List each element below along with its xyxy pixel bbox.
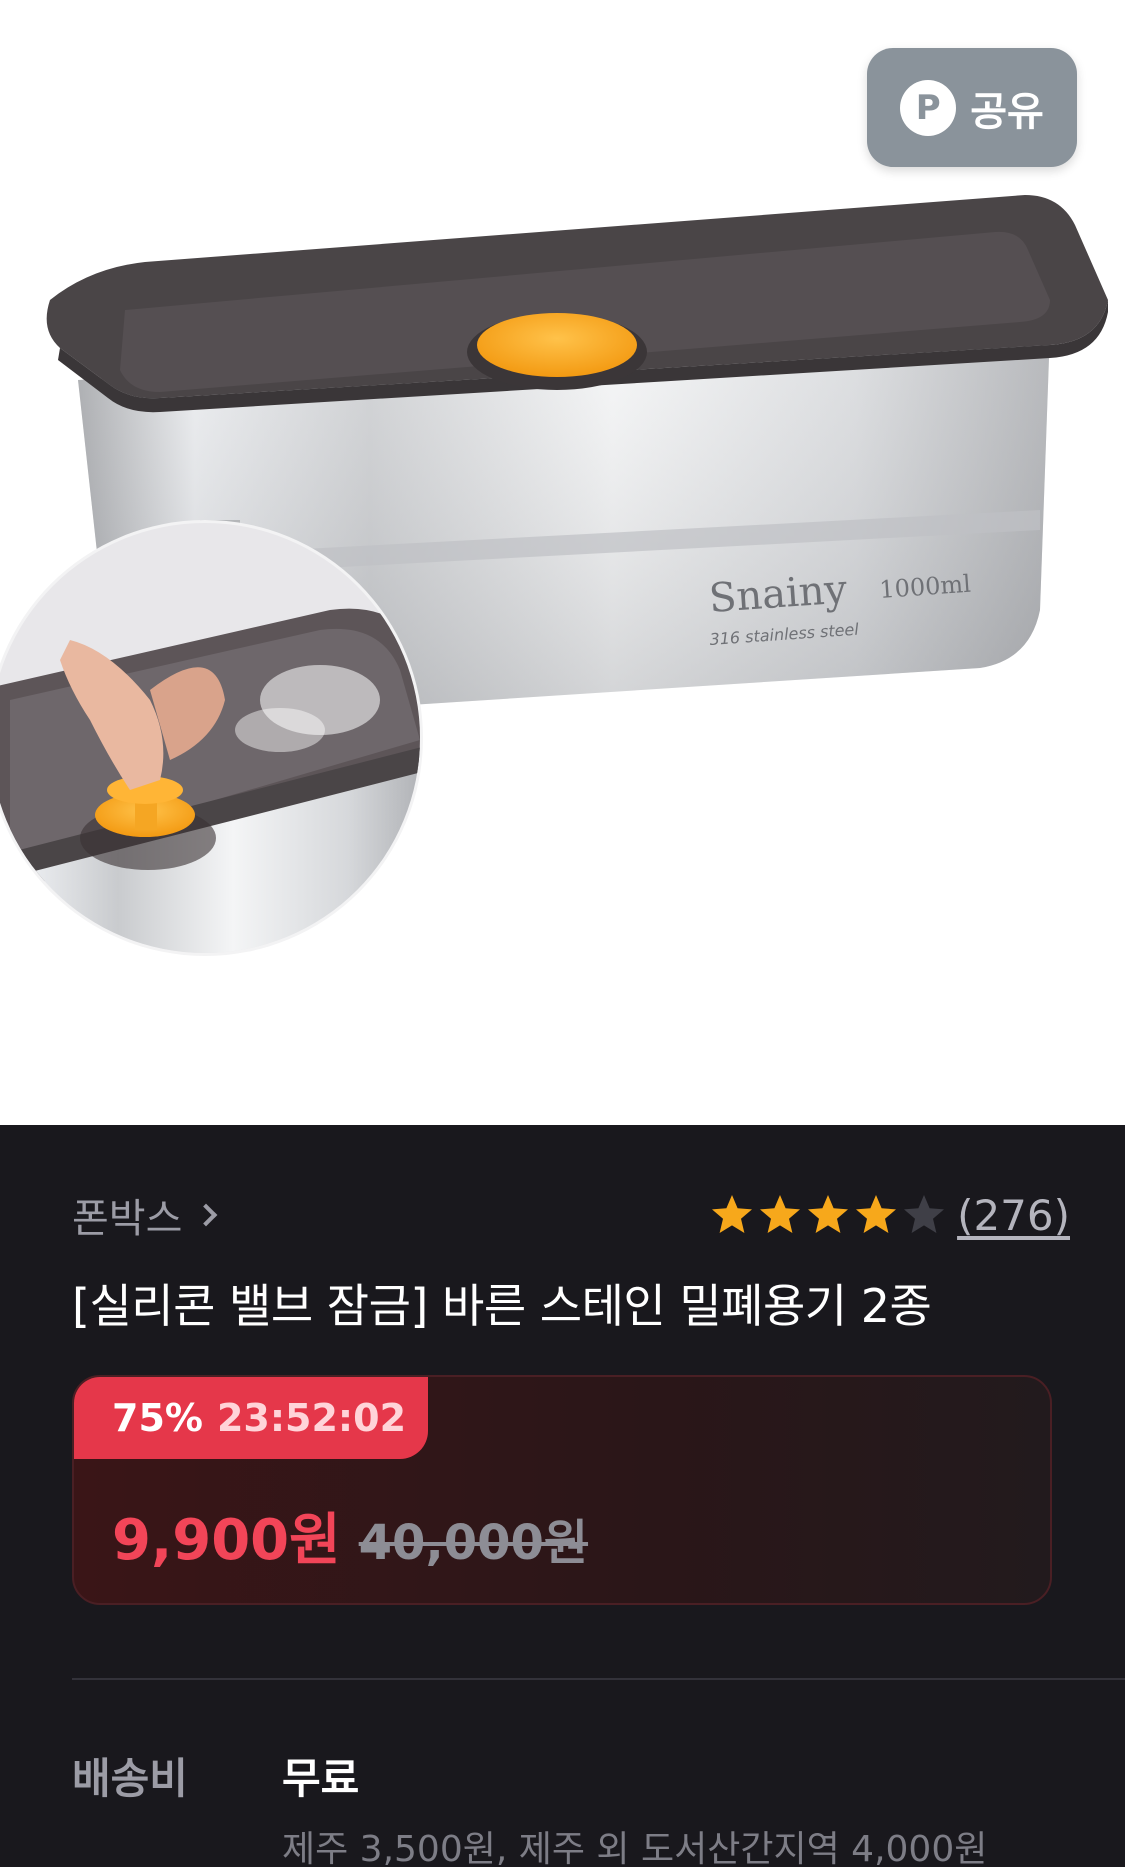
star-filled-icon <box>808 1195 849 1233</box>
brand-engraving: Snainy <box>707 566 848 622</box>
chevron-right-icon <box>195 1203 218 1227</box>
seller-name: 폰박스 <box>72 1196 183 1242</box>
shipping-label: 배송비 <box>72 1754 188 1803</box>
review-count: (276) <box>957 1190 1070 1240</box>
discount-rate: 75% <box>112 1396 203 1440</box>
star-empty-icon <box>904 1195 945 1233</box>
star-filled-icon <box>856 1195 897 1233</box>
star-filled-icon <box>712 1195 753 1233</box>
deal-price-box: 75% 23:52:02 9,900원 40,000원 <box>72 1375 1052 1605</box>
shipping-note: 제주 3,500원, 제주 외 도서산간지역 4,000원 <box>282 1829 988 1867</box>
product-title: [실리콘 밸브 잠금] 바른 스테인 밀폐용기 2종 <box>72 1279 932 1333</box>
sale-price: 9,900원 <box>112 1508 341 1573</box>
rating-link[interactable]: (276) <box>709 1191 1070 1240</box>
inset-brand-engraving: Snainy 1000ml <box>303 944 487 1009</box>
point-icon: P <box>900 79 957 136</box>
share-label: 공유 <box>970 88 1044 135</box>
share-button[interactable]: P 공유 <box>867 48 1077 167</box>
product-illustration: Snainy 1000ml 316 stainless steel Snainy… <box>0 195 1109 1009</box>
section-divider <box>72 1678 1125 1680</box>
seller-link[interactable]: 폰박스 <box>72 1186 218 1244</box>
deal-badge: 75% 23:52:02 <box>74 1377 428 1459</box>
product-info-panel: 폰박스 (276) [실리콘 밸브 잠금] 바른 스테인 밀폐용기 2종 75%… <box>0 1125 1125 1867</box>
original-price: 40,000원 <box>358 1515 589 1571</box>
star-rating <box>709 1192 947 1238</box>
shipping-value: 무료 <box>282 1754 360 1803</box>
star-filled-icon <box>760 1195 801 1233</box>
deal-timer: 23:52:02 <box>216 1396 407 1440</box>
product-image[interactable]: Snainy 1000ml 316 stainless steel Snainy… <box>0 0 1125 1125</box>
seller-rating-row: 폰박스 (276) <box>72 1185 1070 1245</box>
price-row: 9,900원 40,000원 <box>112 1495 588 1576</box>
